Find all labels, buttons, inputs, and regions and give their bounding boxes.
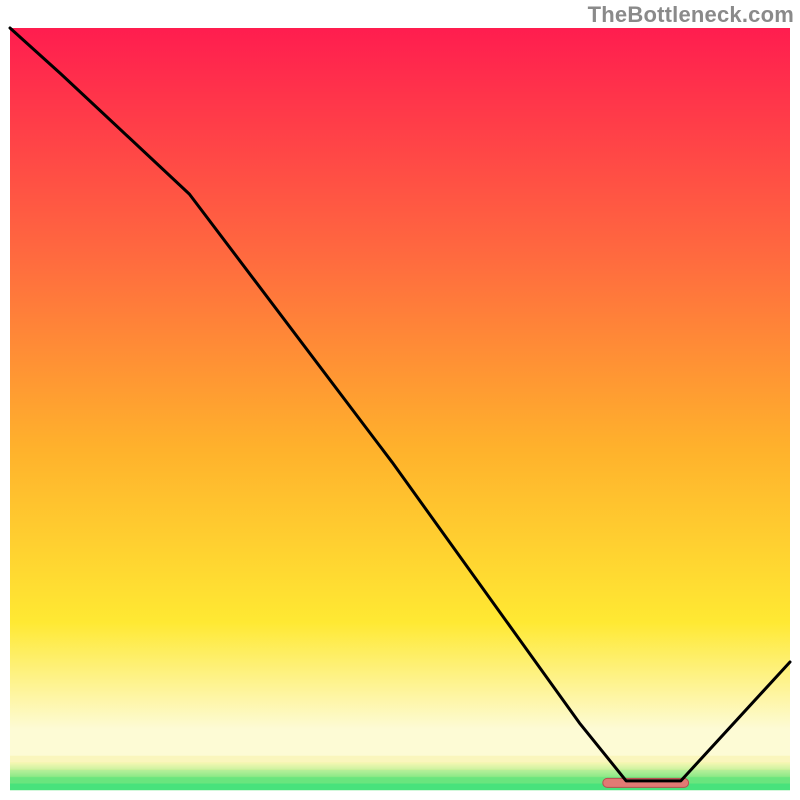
- attribution-label: TheBottleneck.com: [588, 2, 794, 28]
- chart-svg: [0, 0, 800, 800]
- chart-background: [10, 28, 790, 790]
- chart-stage: TheBottleneck.com: [0, 0, 800, 800]
